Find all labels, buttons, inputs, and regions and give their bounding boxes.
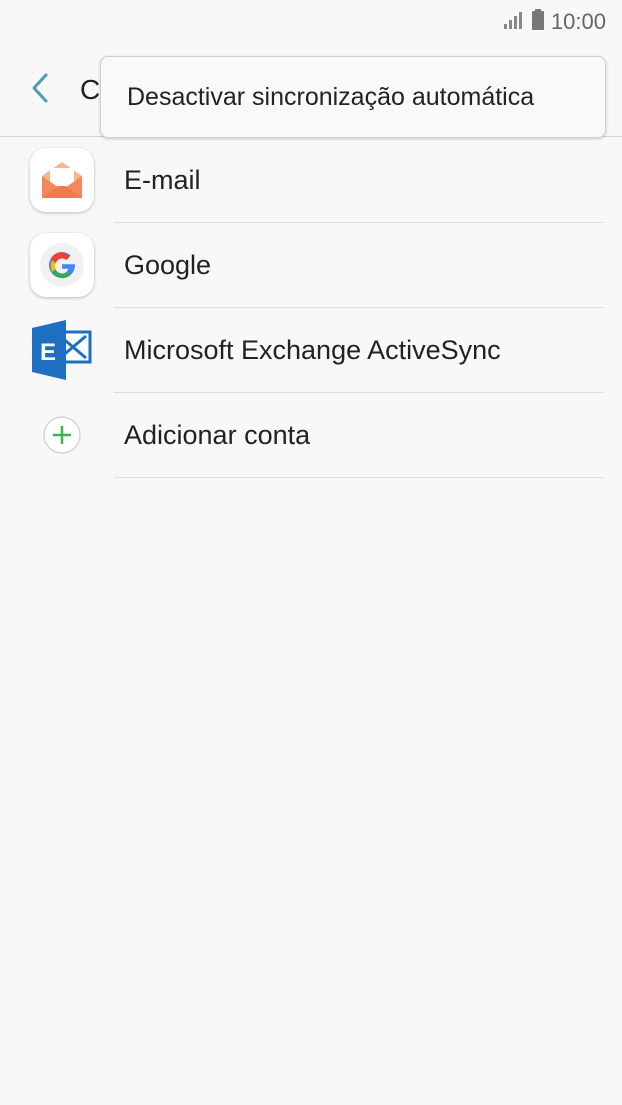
svg-text:E: E <box>40 339 56 366</box>
account-item-exchange[interactable]: E Microsoft Exchange ActiveSync <box>0 308 622 393</box>
page-title: C <box>80 74 101 105</box>
signal-icon <box>503 10 525 35</box>
clock: 10:00 <box>550 9 606 34</box>
status-bar: 10:00 <box>0 0 622 44</box>
account-item-email[interactable]: E-mail <box>0 138 622 223</box>
divider <box>114 477 604 478</box>
battery-icon <box>531 8 545 36</box>
account-label: Microsoft Exchange ActiveSync <box>124 335 501 365</box>
chevron-left-icon <box>30 73 50 108</box>
account-label: Google <box>124 250 212 280</box>
accounts-list: E-mail Google E Microsoft Exchange Activ… <box>0 138 622 478</box>
account-label: Adicionar conta <box>124 420 311 450</box>
status-icons: 10:00 <box>503 8 606 36</box>
overflow-menu: Desactivar sincronização automática <box>100 56 606 138</box>
menu-item-disable-auto-sync[interactable]: Desactivar sincronização automática <box>101 57 605 137</box>
email-icon <box>30 148 94 212</box>
account-item-google[interactable]: Google <box>0 223 622 308</box>
account-label: E-mail <box>124 165 201 195</box>
exchange-icon: E <box>30 318 94 382</box>
add-icon <box>30 403 94 467</box>
back-button[interactable] <box>22 72 58 108</box>
add-account-item[interactable]: Adicionar conta <box>0 393 622 478</box>
google-icon <box>30 233 94 297</box>
